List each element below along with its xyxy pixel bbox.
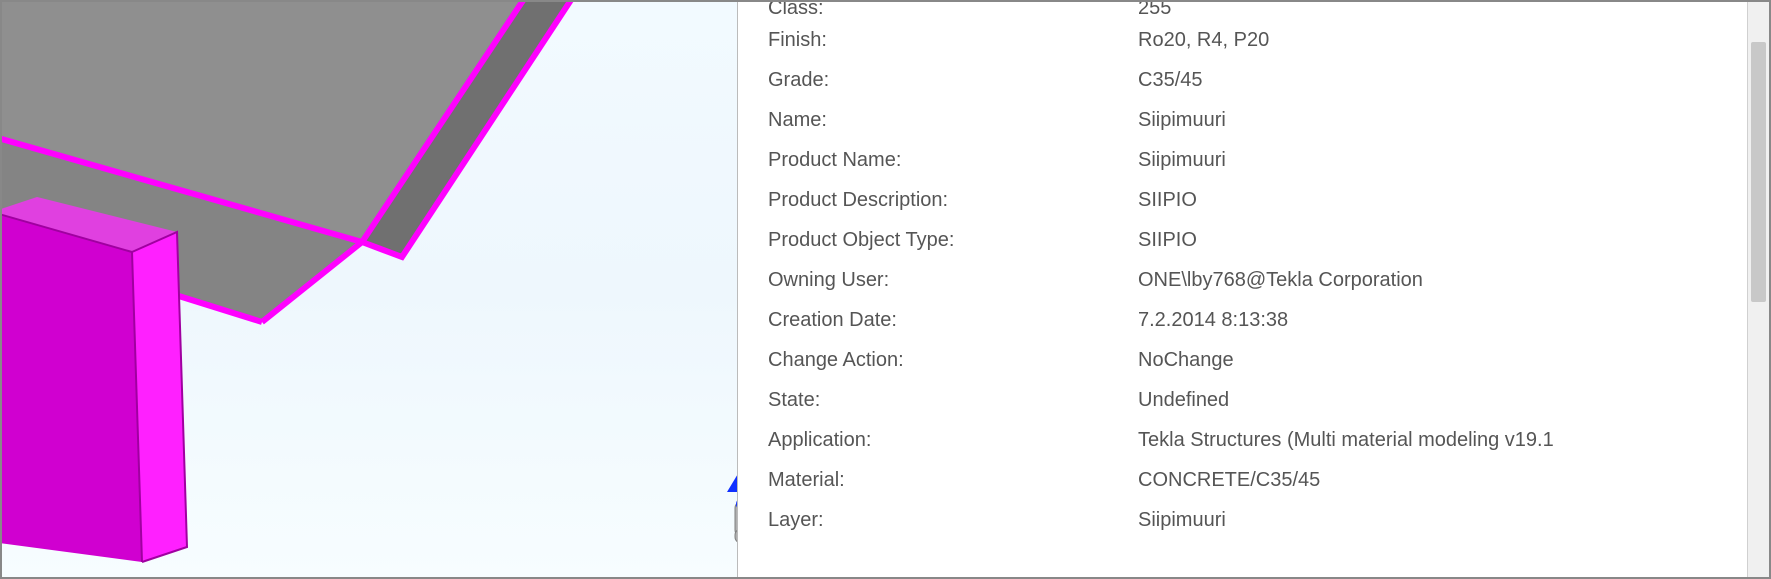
property-key: Creation Date: (768, 309, 1138, 332)
properties-list: Class: 255 Finish: Ro20, R4, P20 Grade: … (768, 2, 1769, 540)
scrollbar-thumb[interactable] (1751, 42, 1766, 302)
property-key: Change Action: (768, 349, 1138, 372)
property-row: Creation Date: 7.2.2014 8:13:38 (768, 300, 1769, 340)
property-value: Siipimuuri (1138, 109, 1226, 132)
property-value: ONE\lby768@Tekla Corporation (1138, 269, 1423, 292)
property-key: Application: (768, 429, 1138, 452)
property-row: Name: Siipimuuri (768, 100, 1769, 140)
property-value: Siipimuuri (1138, 509, 1226, 532)
property-value: Siipimuuri (1138, 149, 1226, 172)
property-row: Change Action: NoChange (768, 340, 1769, 380)
model-viewport[interactable]: z x (2, 2, 737, 577)
property-key: Layer: (768, 509, 1138, 532)
property-row: Layer: Siipimuuri (768, 500, 1769, 540)
property-row: State: Undefined (768, 380, 1769, 420)
property-value: Ro20, R4, P20 (1138, 29, 1269, 52)
property-key: Product Object Type: (768, 229, 1138, 252)
property-value: Undefined (1138, 389, 1229, 412)
property-key: Product Description: (768, 189, 1138, 212)
properties-scrollbar[interactable] (1747, 2, 1769, 577)
property-value: NoChange (1138, 349, 1234, 372)
model-geometry (2, 2, 737, 577)
property-row: Product Name: Siipimuuri (768, 140, 1769, 180)
property-key: Material: (768, 469, 1138, 492)
property-row: Owning User: ONE\lby768@Tekla Corporatio… (768, 260, 1769, 300)
property-value: SIIPIO (1138, 189, 1197, 212)
property-row: Application: Tekla Structures (Multi mat… (768, 420, 1769, 460)
property-key: Grade: (768, 69, 1138, 92)
property-key: Owning User: (768, 269, 1138, 292)
property-key: Class: (768, 2, 1138, 20)
property-key: Name: (768, 109, 1138, 132)
property-value: 255 (1138, 2, 1171, 20)
property-row: Material: CONCRETE/C35/45 (768, 460, 1769, 500)
property-row: Product Object Type: SIIPIO (768, 220, 1769, 260)
property-value: SIIPIO (1138, 229, 1197, 252)
property-key: Finish: (768, 29, 1138, 52)
property-key: Product Name: (768, 149, 1138, 172)
property-key: State: (768, 389, 1138, 412)
property-value: Tekla Structures (Multi material modelin… (1138, 429, 1554, 452)
property-row: Grade: C35/45 (768, 60, 1769, 100)
property-row: Product Description: SIIPIO (768, 180, 1769, 220)
property-value: C35/45 (1138, 69, 1203, 92)
properties-panel: Class: 255 Finish: Ro20, R4, P20 Grade: … (737, 2, 1769, 577)
property-value: 7.2.2014 8:13:38 (1138, 309, 1288, 332)
property-row: Finish: Ro20, R4, P20 (768, 20, 1769, 60)
property-value: CONCRETE/C35/45 (1138, 469, 1320, 492)
property-row: Class: 255 (768, 2, 1769, 20)
